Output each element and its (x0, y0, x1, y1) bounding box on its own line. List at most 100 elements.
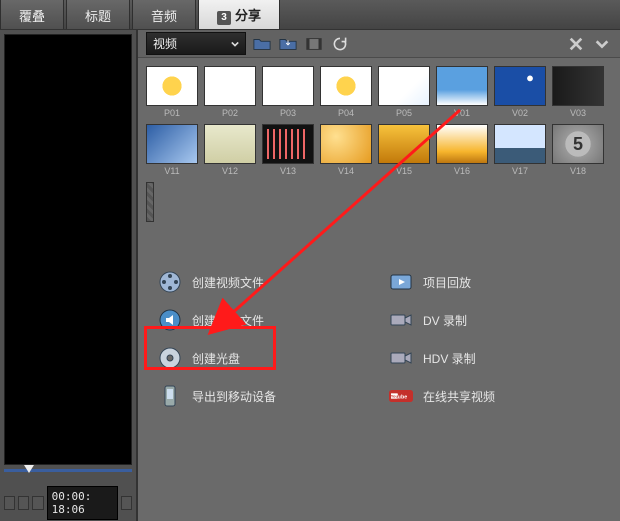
share-actions: 创建视频文件 项目回放 创建声音文件 (138, 230, 620, 521)
import-folder-button[interactable] (278, 35, 298, 53)
thumb-image (204, 66, 256, 106)
open-folder-button[interactable] (252, 35, 272, 53)
thumb-image (378, 124, 430, 164)
library-thumb[interactable]: V01 (436, 66, 488, 118)
playhead-marker-icon[interactable] (24, 465, 34, 473)
thumb-image (262, 66, 314, 106)
toolbar-menu-button[interactable] (592, 35, 612, 53)
dropdown-label: 视频 (153, 35, 177, 52)
export-mobile-button[interactable]: 导出到移动设备 (158, 384, 369, 408)
timecode-display[interactable]: 00:00: 18:06 (47, 486, 118, 520)
playhead-bar[interactable] (4, 469, 132, 489)
create-audio-file-button[interactable]: 创建声音文件 (158, 308, 369, 332)
action-label: 导出到移动设备 (192, 388, 276, 405)
thumb-image (262, 124, 314, 164)
thumb-label: P03 (280, 108, 296, 118)
thumb-label: P04 (338, 108, 354, 118)
library-thumb[interactable]: P04 (320, 66, 372, 118)
tab-audio[interactable]: 音频 (132, 0, 196, 29)
mark-in-button[interactable] (4, 496, 15, 510)
thumb-label: V15 (396, 166, 412, 176)
thumb-label: V13 (280, 166, 296, 176)
library-thumb[interactable]: V18 (552, 124, 604, 176)
library-thumb[interactable]: V17 (494, 124, 546, 176)
thumb-label: V16 (454, 166, 470, 176)
refresh-button[interactable] (330, 35, 350, 53)
youtube-icon: TubeYou (389, 384, 413, 408)
hdv-camera-icon (389, 346, 413, 370)
toolbar-close-button[interactable] (566, 35, 586, 53)
project-playback-button[interactable]: 项目回放 (389, 270, 600, 294)
library-thumb[interactable]: P03 (262, 66, 314, 118)
dv-camera-icon (389, 308, 413, 332)
tab-share[interactable]: 3 分享 (198, 0, 280, 29)
step-button[interactable] (121, 496, 132, 510)
transport-bar: 00:00: 18:06 (0, 489, 136, 521)
library-thumb[interactable]: V11 (146, 124, 198, 176)
preview-video[interactable] (4, 34, 132, 465)
action-label: DV 录制 (423, 312, 467, 329)
audio-icon (158, 308, 182, 332)
dv-record-button[interactable]: DV 录制 (389, 308, 600, 332)
thumb-image (146, 124, 198, 164)
folder-down-icon (279, 36, 297, 52)
thumb-image (436, 124, 488, 164)
library-thumb[interactable]: V03 (552, 66, 604, 118)
thumb-label: V18 (570, 166, 586, 176)
library-thumb[interactable] (146, 182, 154, 222)
thumb-image (146, 182, 154, 222)
right-panel: 视频 (138, 30, 620, 521)
library-thumb[interactable]: V12 (204, 124, 256, 176)
action-label: 项目回放 (423, 274, 471, 291)
tab-label: 分享 (235, 8, 261, 23)
action-label: 创建声音文件 (192, 312, 264, 329)
tab-overlay[interactable]: 覆叠 (0, 0, 64, 29)
library-thumb[interactable]: P05 (378, 66, 430, 118)
clip-icon (305, 36, 323, 52)
disc-icon (158, 346, 182, 370)
library-thumb[interactable]: V14 (320, 124, 372, 176)
tab-title[interactable]: 标题 (66, 0, 130, 29)
thumb-image (146, 66, 198, 106)
library-thumb[interactable]: V13 (262, 124, 314, 176)
library-thumb[interactable]: V02 (494, 66, 546, 118)
thumb-image (320, 124, 372, 164)
online-share-button[interactable]: TubeYou 在线共享视频 (389, 384, 600, 408)
thumb-label: V03 (570, 108, 586, 118)
thumb-label: V12 (222, 166, 238, 176)
tab-number-badge: 3 (217, 11, 231, 25)
action-label: 在线共享视频 (423, 388, 495, 405)
library-thumb[interactable]: V16 (436, 124, 488, 176)
library-thumb[interactable]: P01 (146, 66, 198, 118)
action-label: 创建视频文件 (192, 274, 264, 291)
hdv-record-button[interactable]: HDV 录制 (389, 346, 600, 370)
thumb-label: V14 (338, 166, 354, 176)
tab-label: 覆叠 (19, 9, 45, 24)
thumb-label: P01 (164, 108, 180, 118)
action-label: 创建光盘 (192, 350, 240, 367)
thumb-label: P05 (396, 108, 412, 118)
thumb-image (320, 66, 372, 106)
split-button[interactable] (32, 496, 43, 510)
close-icon (567, 36, 585, 52)
mark-out-button[interactable] (18, 496, 29, 510)
svg-text:You: You (391, 394, 399, 399)
refresh-icon (331, 36, 349, 52)
library-thumb-grid: P01 P02 P03 P04 P05 V01 V02 V03 V11 V12 V13 V14 V15 V… (138, 58, 620, 230)
mobile-device-icon (158, 384, 182, 408)
thumb-image (552, 124, 604, 164)
menu-caret-icon (593, 36, 611, 52)
library-category-dropdown[interactable]: 视频 (146, 32, 246, 55)
film-reel-icon (158, 270, 182, 294)
create-disc-button[interactable]: 创建光盘 (158, 346, 369, 370)
tab-label: 音频 (151, 9, 177, 24)
playback-icon (389, 270, 413, 294)
create-video-file-button[interactable]: 创建视频文件 (158, 270, 369, 294)
clip-properties-button[interactable] (304, 35, 324, 53)
thumb-label: V02 (512, 108, 528, 118)
thumb-image (204, 124, 256, 164)
library-thumb[interactable]: V15 (378, 124, 430, 176)
thumb-image (436, 66, 488, 106)
tab-label: 标题 (85, 9, 111, 24)
library-thumb[interactable]: P02 (204, 66, 256, 118)
